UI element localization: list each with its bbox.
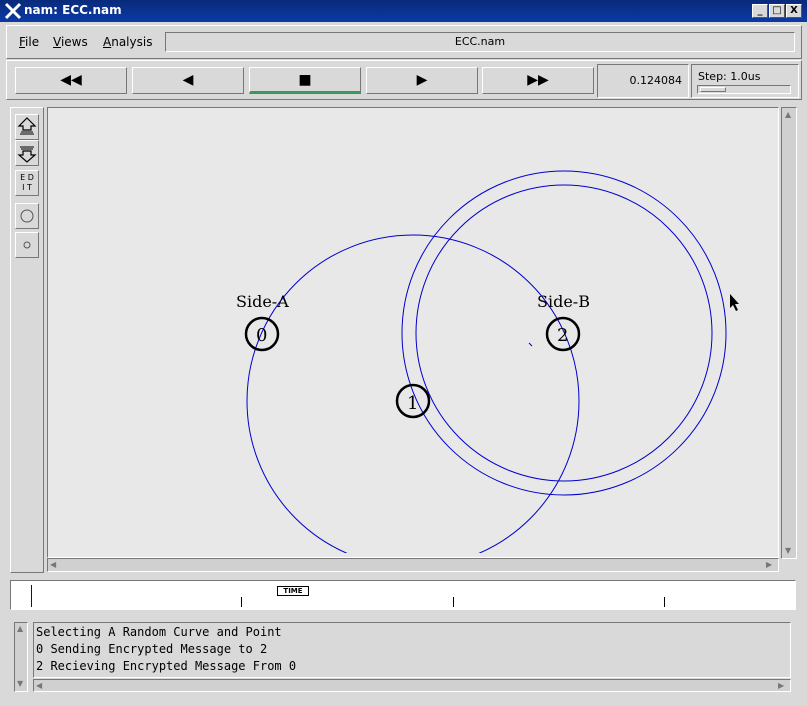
menu-analysis-rest: nalysis <box>111 35 153 49</box>
zoom-out-icon <box>17 146 37 163</box>
timeline-tick <box>453 597 454 607</box>
stop-button[interactable]: ■ <box>249 67 361 94</box>
filename-display: ECC.nam <box>165 32 795 52</box>
step-label: Step: 1.0us <box>698 70 761 83</box>
canvas-horizontal-scrollbar[interactable]: ◀ ▶ <box>47 558 779 572</box>
annotation-item[interactable]: Selecting A Random Curve and Point <box>36 625 282 639</box>
small-circle-icon <box>23 241 31 249</box>
edit-tool-label-top: E D <box>20 173 34 182</box>
large-node-tool[interactable] <box>15 203 39 229</box>
timeline-marker[interactable]: TIME <box>277 586 309 596</box>
annotation-scroll-left-icon[interactable]: ◀ <box>36 681 42 690</box>
packet-mark <box>528 342 533 347</box>
tool-panel: E D I T <box>10 107 44 573</box>
timeline-slider[interactable]: TIME <box>10 580 796 610</box>
close-button[interactable]: X <box>786 4 802 18</box>
zoom-in-tool[interactable] <box>15 114 39 140</box>
edit-tool[interactable]: E D I T <box>15 170 39 196</box>
menu-views-accel: V <box>53 35 61 49</box>
network-svg: Side-A 0 1 Side-B 2 <box>236 170 739 553</box>
annotation-item[interactable]: 2 Recieving Encrypted Message From 0 <box>36 659 296 673</box>
edit-tool-label-bottom: I T <box>22 183 32 192</box>
scroll-up-icon[interactable]: ▲ <box>785 110 791 119</box>
scroll-left-icon[interactable]: ◀ <box>50 560 56 569</box>
menu-views[interactable]: Views <box>53 35 88 49</box>
play-backward-button[interactable]: ◀ <box>132 67 244 94</box>
node-1-id: 1 <box>407 393 418 414</box>
menu-analysis[interactable]: Analysis <box>103 35 152 49</box>
menu-analysis-accel: A <box>103 35 112 49</box>
annotation-item[interactable]: 0 Sending Encrypted Message to 2 <box>36 642 267 656</box>
annotation-scroll-down-icon[interactable]: ▼ <box>17 679 23 688</box>
step-slider[interactable] <box>697 85 791 94</box>
canvas-vertical-scrollbar[interactable]: ▲ ▼ <box>781 107 797 559</box>
menu-bar: File Views Analysis ECC.nam <box>6 25 802 59</box>
fast-forward-button[interactable]: ▶▶ <box>482 67 594 94</box>
network-canvas[interactable]: Side-A 0 1 Side-B 2 <box>47 107 779 558</box>
step-control: Step: 1.0us <box>691 64 799 98</box>
node-0-id: 0 <box>256 325 267 346</box>
maximize-button[interactable]: □ <box>769 4 785 18</box>
playback-toolbar: ◀◀ ◀ ■ ▶ ▶▶ 0.124084 Step: 1.0us <box>6 60 802 100</box>
annotation-horizontal-scrollbar[interactable]: ◀ ▶ <box>33 679 791 692</box>
annotation-scroll-right-icon[interactable]: ▶ <box>778 681 784 690</box>
annotation-vertical-scrollbar[interactable]: ▲ ▼ <box>14 622 28 692</box>
zoom-out-tool[interactable] <box>15 140 39 166</box>
scroll-down-icon[interactable]: ▼ <box>785 546 791 555</box>
node-2-label: Side-B <box>537 292 590 311</box>
play-forward-button[interactable]: ▶ <box>366 67 478 94</box>
window-title: nam: ECC.nam <box>24 3 122 17</box>
menu-views-rest: iews <box>60 35 88 49</box>
scroll-right-icon[interactable]: ▶ <box>766 560 772 569</box>
node-2-id: 2 <box>557 325 568 346</box>
zoom-in-icon <box>17 117 37 135</box>
large-circle-icon <box>20 209 34 223</box>
rewind-button[interactable]: ◀◀ <box>15 67 127 94</box>
timeline-tick <box>241 597 242 607</box>
time-readout: 0.124084 <box>597 64 689 98</box>
node-0-label: Side-A <box>236 292 289 311</box>
small-node-tool[interactable] <box>15 232 39 258</box>
annotation-list[interactable]: Selecting A Random Curve and Point 0 Sen… <box>33 622 791 678</box>
window-title-bar[interactable]: nam: ECC.nam _ □ X <box>0 0 807 22</box>
step-slider-thumb[interactable] <box>700 87 726 92</box>
menu-file[interactable]: File <box>19 35 39 49</box>
annotation-scroll-up-icon[interactable]: ▲ <box>17 624 23 633</box>
menu-file-rest: ile <box>25 35 40 49</box>
mouse-pointer-icon <box>730 294 739 311</box>
timeline-current-position <box>31 585 32 607</box>
minimize-button[interactable]: _ <box>752 4 768 18</box>
timeline-tick <box>664 597 665 607</box>
x-logo-icon <box>4 2 22 20</box>
